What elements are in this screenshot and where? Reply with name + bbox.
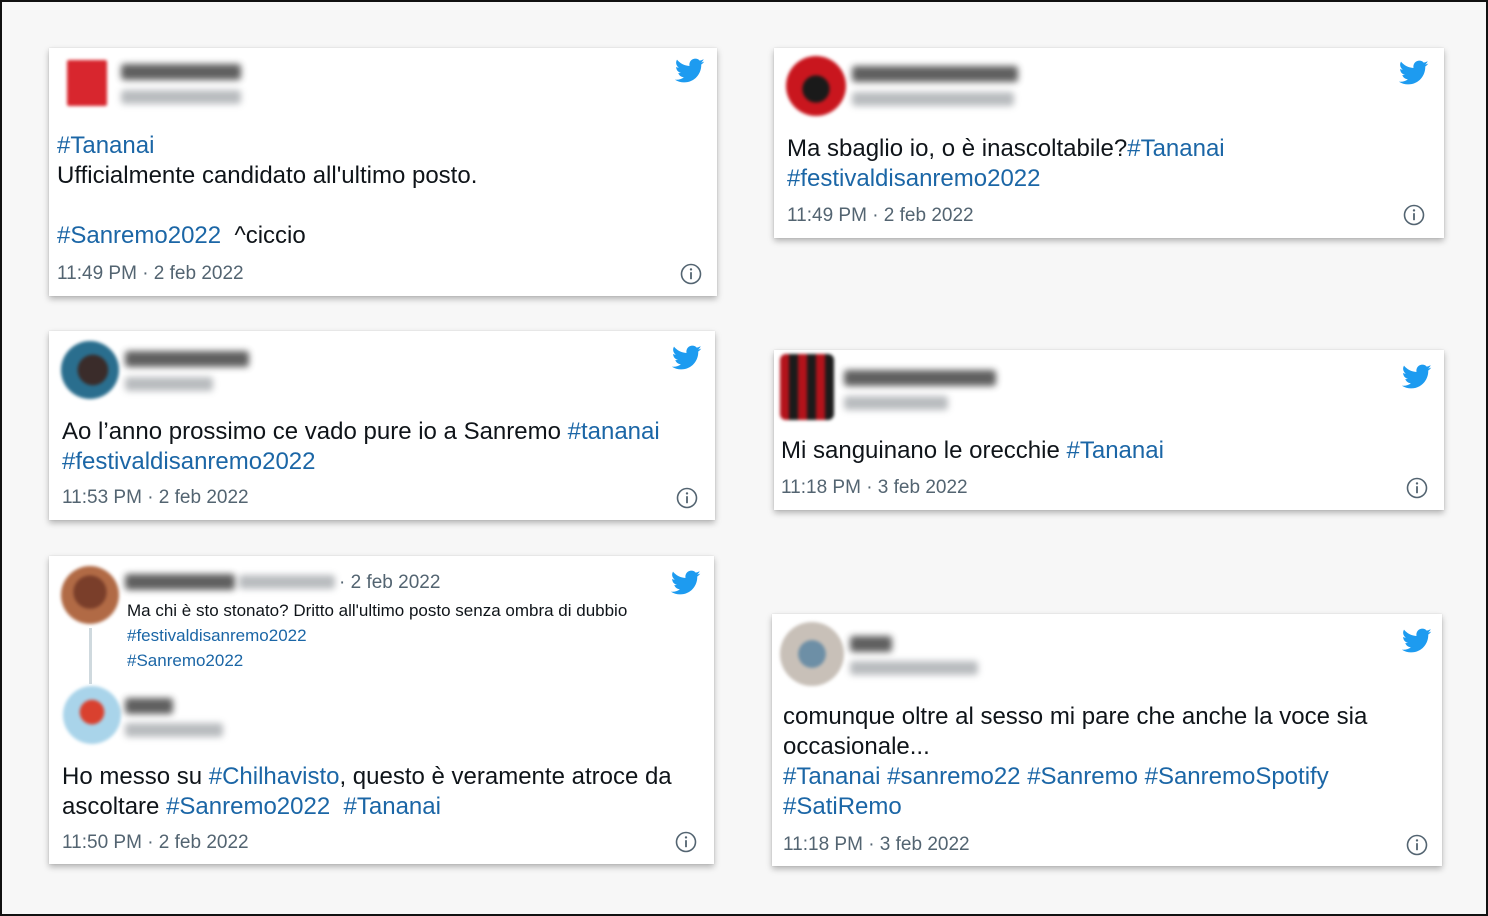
- twitter-bird-icon[interactable]: [671, 570, 701, 596]
- user-avatar[interactable]: [61, 341, 119, 399]
- tweet-timestamp[interactable]: 11:50 PM · 2 feb 2022: [62, 832, 249, 854]
- tweet-timestamp[interactable]: 11:49 PM · 2 feb 2022: [57, 263, 244, 285]
- tweet-card[interactable]: Mi sanguinano le orecchie #Tananai 11:18…: [774, 350, 1444, 510]
- tweet-timestamp[interactable]: 11:18 PM · 3 feb 2022: [781, 477, 968, 499]
- info-circle-icon[interactable]: [1403, 204, 1425, 226]
- hashtag-link[interactable]: #Sanremo2022: [166, 793, 330, 820]
- quoted-user-display-name-redacted[interactable]: [125, 574, 235, 590]
- hashtag-link[interactable]: #festivaldisanremo2022: [127, 626, 307, 645]
- tweet-timestamp[interactable]: 11:53 PM · 2 feb 2022: [62, 487, 249, 509]
- tweet-text: Ma sbaglio io, o è inascoltabile?#Tanana…: [787, 134, 1427, 194]
- tweet-card[interactable]: Ma sbaglio io, o è inascoltabile?#Tanana…: [774, 48, 1444, 238]
- hashtag-link[interactable]: #Tananai: [1127, 135, 1224, 162]
- hashtag-link[interactable]: #festivaldisanremo2022: [787, 165, 1041, 192]
- collage-frame: #Tananai Ufficialmente candidato all'ult…: [0, 0, 1488, 916]
- hashtag-link[interactable]: #Chilhavisto: [209, 763, 340, 790]
- user-display-name-redacted[interactable]: [121, 64, 241, 80]
- hashtag-link[interactable]: #tananai: [568, 418, 660, 445]
- user-avatar[interactable]: [67, 60, 107, 106]
- text-segment: [330, 793, 343, 820]
- tweet-text: Mi sanguinano le orecchie #Tananai: [781, 436, 1421, 466]
- twitter-bird-icon[interactable]: [1399, 60, 1429, 86]
- user-avatar[interactable]: [780, 622, 844, 686]
- user-handle-redacted[interactable]: [844, 396, 948, 410]
- tweet-timestamp[interactable]: 11:49 PM · 2 feb 2022: [787, 205, 974, 227]
- info-circle-icon[interactable]: [675, 831, 697, 853]
- user-handle-redacted[interactable]: [125, 377, 213, 391]
- twitter-bird-icon[interactable]: [1402, 628, 1432, 654]
- tweet-card[interactable]: comunque oltre al sesso mi pare che anch…: [772, 614, 1442, 866]
- tweet-timestamp[interactable]: 11:18 PM · 3 feb 2022: [783, 834, 970, 856]
- text-segment: ^ciccio: [221, 222, 306, 249]
- text-segment: [1138, 763, 1145, 790]
- info-circle-icon[interactable]: [1406, 834, 1428, 856]
- tweet-text: Ao l’anno prossimo ce vado pure io a San…: [62, 417, 702, 477]
- text-segment: Ma chi è sto stonato? Dritto all'ultimo …: [127, 601, 628, 620]
- user-handle-redacted[interactable]: [121, 90, 241, 104]
- quoted-user-handle-redacted[interactable]: [239, 575, 335, 589]
- user-avatar[interactable]: [63, 686, 121, 744]
- hashtag-link[interactable]: #Tananai: [344, 793, 441, 820]
- twitter-bird-icon[interactable]: [1402, 364, 1432, 390]
- hashtag-link[interactable]: #Tananai: [1067, 437, 1164, 464]
- text-segment: comunque oltre al sesso mi pare che anch…: [783, 703, 1368, 760]
- hashtag-link[interactable]: #sanremo22: [887, 763, 1020, 790]
- info-circle-icon[interactable]: [676, 487, 698, 509]
- user-handle-redacted[interactable]: [850, 661, 978, 675]
- user-display-name-redacted[interactable]: [852, 66, 1018, 82]
- tweet-text: comunque oltre al sesso mi pare che anch…: [783, 702, 1428, 822]
- thread-connector: [89, 628, 92, 684]
- user-display-name-redacted[interactable]: [125, 351, 249, 367]
- info-circle-icon[interactable]: [680, 263, 702, 285]
- twitter-bird-icon[interactable]: [672, 345, 702, 371]
- text-segment: Ufficialmente candidato all'ultimo posto…: [57, 162, 478, 189]
- tweet-card[interactable]: · 2 feb 2022 Ma chi è sto stonato? Dritt…: [49, 556, 714, 864]
- text-segment: Ma sbaglio io, o è inascoltabile?: [787, 135, 1128, 162]
- hashtag-link[interactable]: #Sanremo2022: [127, 651, 243, 670]
- hashtag-link[interactable]: #SanremoSpotify: [1145, 763, 1329, 790]
- text-segment: Ho messo su: [62, 763, 209, 790]
- tweet-text: Ho messo su #Chilhavisto, questo è veram…: [62, 762, 702, 822]
- user-avatar[interactable]: [780, 354, 834, 420]
- user-handle-redacted[interactable]: [125, 723, 223, 737]
- user-handle-redacted[interactable]: [852, 92, 1014, 106]
- hashtag-link[interactable]: #Sanremo2022: [57, 222, 221, 249]
- user-display-name-redacted[interactable]: [844, 370, 996, 386]
- info-circle-icon[interactable]: [1406, 477, 1428, 499]
- hashtag-link[interactable]: #Sanremo: [1027, 763, 1138, 790]
- user-avatar[interactable]: [786, 56, 846, 116]
- quoted-tweet-text: Ma chi è sto stonato? Dritto all'ultimo …: [127, 598, 707, 673]
- tweet-card[interactable]: #Tananai Ufficialmente candidato all'ult…: [49, 48, 717, 296]
- tweet-text: #Tananai Ufficialmente candidato all'ult…: [57, 131, 707, 251]
- user-display-name-redacted[interactable]: [850, 636, 892, 652]
- text-segment: Ao l’anno prossimo ce vado pure io a San…: [62, 418, 568, 445]
- text-segment: Mi sanguinano le orecchie: [781, 437, 1067, 464]
- hashtag-link[interactable]: #festivaldisanremo2022: [62, 448, 316, 475]
- tweet-card[interactable]: Ao l’anno prossimo ce vado pure io a San…: [49, 331, 715, 520]
- twitter-bird-icon[interactable]: [675, 58, 705, 84]
- quoted-tweet-date[interactable]: · 2 feb 2022: [339, 572, 440, 594]
- quoted-user-avatar[interactable]: [61, 566, 119, 624]
- user-display-name-redacted[interactable]: [125, 698, 173, 714]
- hashtag-link[interactable]: #SatiRemo: [783, 793, 902, 820]
- hashtag-link[interactable]: #Tananai: [57, 132, 154, 159]
- hashtag-link[interactable]: #Tananai: [783, 763, 880, 790]
